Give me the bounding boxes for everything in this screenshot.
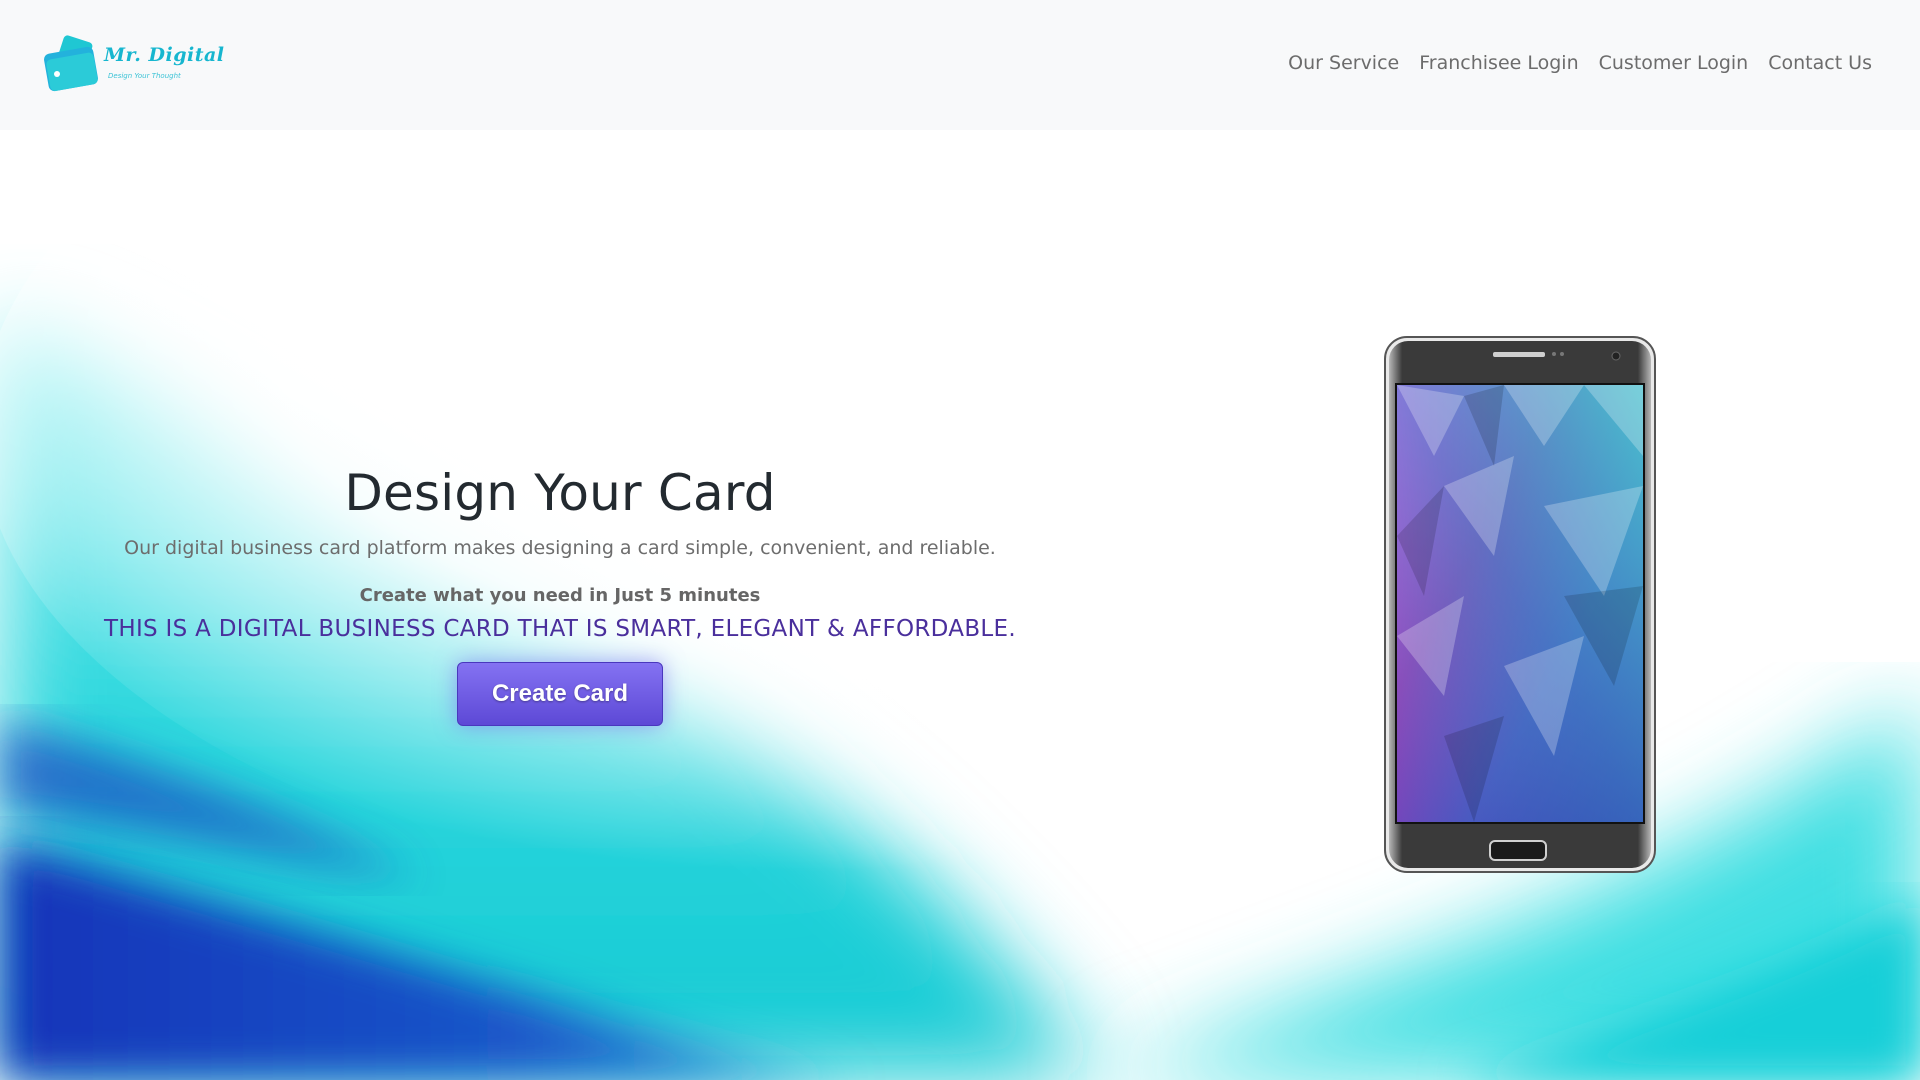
brand-name: Mr. Digital <box>104 44 225 66</box>
hero-subtitle: Create what you need in Just 5 minutes <box>359 585 761 606</box>
wallet-card-icon <box>44 35 98 92</box>
smartphone-mockup-icon <box>1384 336 1656 873</box>
nav-franchisee-login[interactable]: Franchisee Login <box>1419 52 1578 74</box>
nav-our-service[interactable]: Our Service <box>1288 52 1399 74</box>
brand-tagline: Design Your Thought <box>108 72 181 80</box>
hero-section: Design Your Card Our digital business ca… <box>60 466 1060 726</box>
main-nav: Our Service Franchisee Login Customer Lo… <box>1288 52 1872 74</box>
hero-lead: Our digital business card platform makes… <box>124 537 996 559</box>
brand-logo[interactable]: Mr. Digital Design Your Thought <box>44 34 224 96</box>
hero-title: Design Your Card <box>344 464 776 522</box>
navbar: Mr. Digital Design Your Thought Our Serv… <box>0 0 1920 130</box>
nav-customer-login[interactable]: Customer Login <box>1599 52 1749 74</box>
create-card-button[interactable]: Create Card <box>457 662 663 726</box>
nav-contact-us[interactable]: Contact Us <box>1768 52 1872 74</box>
hero-tagline: THIS IS A DIGITAL BUSINESS CARD THAT IS … <box>104 616 1016 642</box>
